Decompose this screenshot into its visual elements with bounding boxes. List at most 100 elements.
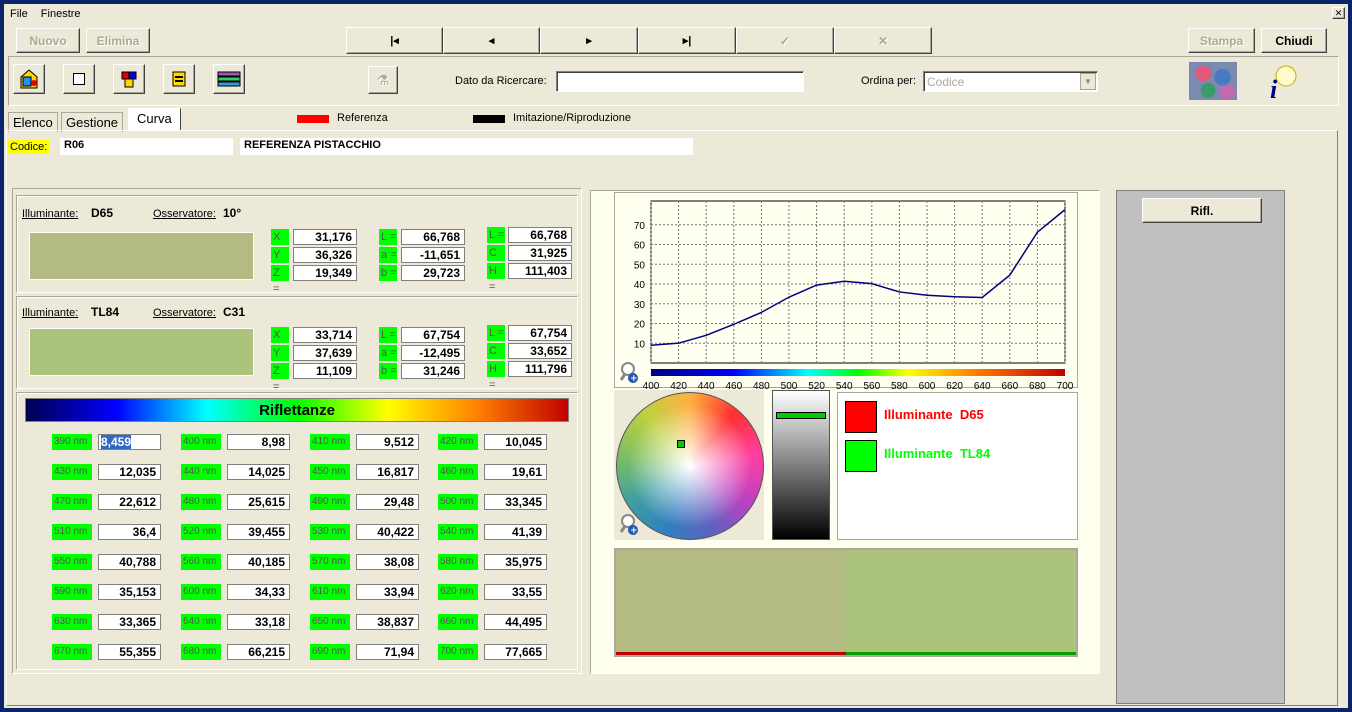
reflectance-value[interactable]: 8,459: [98, 434, 161, 450]
reflectance-value[interactable]: 33,18: [227, 614, 290, 630]
tab-gestione[interactable]: Gestione: [61, 112, 124, 132]
reflectance-value[interactable]: 40,185: [227, 554, 290, 570]
reflectance-value[interactable]: 9,512: [356, 434, 419, 450]
illuminant-label: Illuminante:: [22, 208, 79, 220]
reflectance-value[interactable]: 44,495: [484, 614, 547, 630]
reflectance-value[interactable]: 66,215: [227, 644, 290, 660]
reflectance-value[interactable]: 29,48: [356, 494, 419, 510]
reflectance-value[interactable]: 77,665: [484, 644, 547, 660]
a-value[interactable]: -12,495: [401, 345, 465, 361]
wavelength-label: 470 nm: [52, 494, 92, 510]
printer-icon[interactable]: [163, 64, 195, 94]
l2-value[interactable]: 67,754: [508, 325, 572, 341]
reflectance-value[interactable]: 33,345: [484, 494, 547, 510]
lightness-bar[interactable]: [772, 390, 830, 540]
reflectance-value[interactable]: 55,355: [98, 644, 161, 660]
info-icon[interactable]: i: [1266, 64, 1300, 104]
z-value[interactable]: 11,109: [293, 363, 357, 379]
menu-finestre[interactable]: Finestre: [41, 8, 81, 20]
chiudi-button[interactable]: Chiudi: [1261, 28, 1327, 53]
reflectance-value[interactable]: 19,61: [484, 464, 547, 480]
rifl-button[interactable]: Rifl.: [1142, 198, 1262, 223]
tab-curva[interactable]: Curva: [128, 108, 181, 130]
dye-icon[interactable]: [113, 64, 145, 94]
confirm-button[interactable]: ✓: [736, 27, 834, 54]
fabric-image-icon[interactable]: [1189, 62, 1237, 100]
search-input[interactable]: [556, 71, 804, 92]
next-record-button[interactable]: ▸: [540, 27, 638, 54]
stampa-button[interactable]: Stampa: [1188, 28, 1255, 53]
wavelength-label: 660 nm: [438, 614, 478, 630]
wavelength-label: 410 nm: [310, 434, 350, 450]
nuovo-button[interactable]: Nuovo: [16, 28, 80, 53]
reflectance-value[interactable]: 33,365: [98, 614, 161, 630]
a-value[interactable]: -11,651: [401, 247, 465, 263]
c-value[interactable]: 33,652: [508, 343, 572, 359]
order-select[interactable]: Codice ▼: [923, 71, 1098, 92]
reflectance-value[interactable]: 41,39: [484, 524, 547, 540]
legend-ref-label: Referenza: [337, 112, 388, 124]
elimina-button[interactable]: Elimina: [86, 28, 150, 53]
y-tick-label: 30: [634, 300, 646, 311]
y-value[interactable]: 36,326: [293, 247, 357, 263]
reflectance-value[interactable]: 14,025: [227, 464, 290, 480]
side-panel: [1116, 190, 1285, 704]
palette-icon[interactable]: [13, 64, 45, 94]
tab-elenco[interactable]: Elenco: [8, 112, 58, 132]
description-field[interactable]: REFERENZA PISTACCHIO: [240, 138, 693, 155]
b-value[interactable]: 31,246: [401, 363, 465, 379]
reflectance-value[interactable]: 33,94: [356, 584, 419, 600]
reflectance-value[interactable]: 38,837: [356, 614, 419, 630]
b-label: b =: [379, 363, 397, 379]
reflectance-value[interactable]: 40,422: [356, 524, 419, 540]
c-value[interactable]: 31,925: [508, 245, 572, 261]
reflectance-value[interactable]: 35,153: [98, 584, 161, 600]
wavelength-label: 520 nm: [181, 524, 221, 540]
order-value: Codice: [927, 75, 965, 89]
reflectance-value[interactable]: 71,94: [356, 644, 419, 660]
x-value[interactable]: 33,714: [293, 327, 357, 343]
reflectance-value[interactable]: 36,4: [98, 524, 161, 540]
reflectance-value[interactable]: 8,98: [227, 434, 290, 450]
y-label: Y =: [271, 345, 289, 375]
reflectance-value[interactable]: 38,08: [356, 554, 419, 570]
reflectance-value[interactable]: 33,55: [484, 584, 547, 600]
reflectance-value[interactable]: 10,045: [484, 434, 547, 450]
color-bars-icon[interactable]: [213, 64, 245, 94]
close-icon[interactable]: ✕: [1332, 7, 1345, 19]
l-value[interactable]: 67,754: [401, 327, 465, 343]
x-value[interactable]: 31,176: [293, 229, 357, 245]
h-value[interactable]: 111,403: [508, 263, 572, 279]
search-label: Dato da Ricercare:: [455, 75, 547, 87]
zoom-icon[interactable]: +: [618, 512, 640, 536]
reflectance-value[interactable]: 12,035: [98, 464, 161, 480]
zoom-icon[interactable]: +: [618, 360, 640, 384]
cancel-button[interactable]: ✕: [834, 27, 932, 54]
reflectance-value[interactable]: 40,788: [98, 554, 161, 570]
y-tick-label: 60: [634, 241, 646, 252]
l-value[interactable]: 66,768: [401, 229, 465, 245]
h-value[interactable]: 111,796: [508, 361, 572, 377]
last-record-button[interactable]: ▸|: [638, 27, 736, 54]
reflectance-value[interactable]: 39,455: [227, 524, 290, 540]
first-record-button[interactable]: |◂: [346, 27, 443, 54]
z-value[interactable]: 19,349: [293, 265, 357, 281]
wavelength-label: 650 nm: [310, 614, 350, 630]
flask-icon[interactable]: ⚗: [368, 66, 398, 94]
y-value[interactable]: 37,639: [293, 345, 357, 361]
prev-record-button[interactable]: ◂: [443, 27, 540, 54]
reflectance-value[interactable]: 35,975: [484, 554, 547, 570]
codice-field[interactable]: R06: [60, 138, 233, 155]
l2-value[interactable]: 66,768: [508, 227, 572, 243]
chevron-down-icon[interactable]: ▼: [1080, 73, 1096, 90]
wavelength-label: 460 nm: [438, 464, 478, 480]
illuminant-panel-tl84: Illuminante: TL84 Osservatore: C31 X = 3…: [16, 296, 578, 393]
menu-file[interactable]: File: [10, 8, 28, 20]
c-label: C =: [487, 245, 505, 275]
reflectance-value[interactable]: 22,612: [98, 494, 161, 510]
b-value[interactable]: 29,723: [401, 265, 465, 281]
blank-icon[interactable]: [63, 64, 95, 94]
reflectance-value[interactable]: 25,615: [227, 494, 290, 510]
reflectance-value[interactable]: 34,33: [227, 584, 290, 600]
reflectance-value[interactable]: 16,817: [356, 464, 419, 480]
